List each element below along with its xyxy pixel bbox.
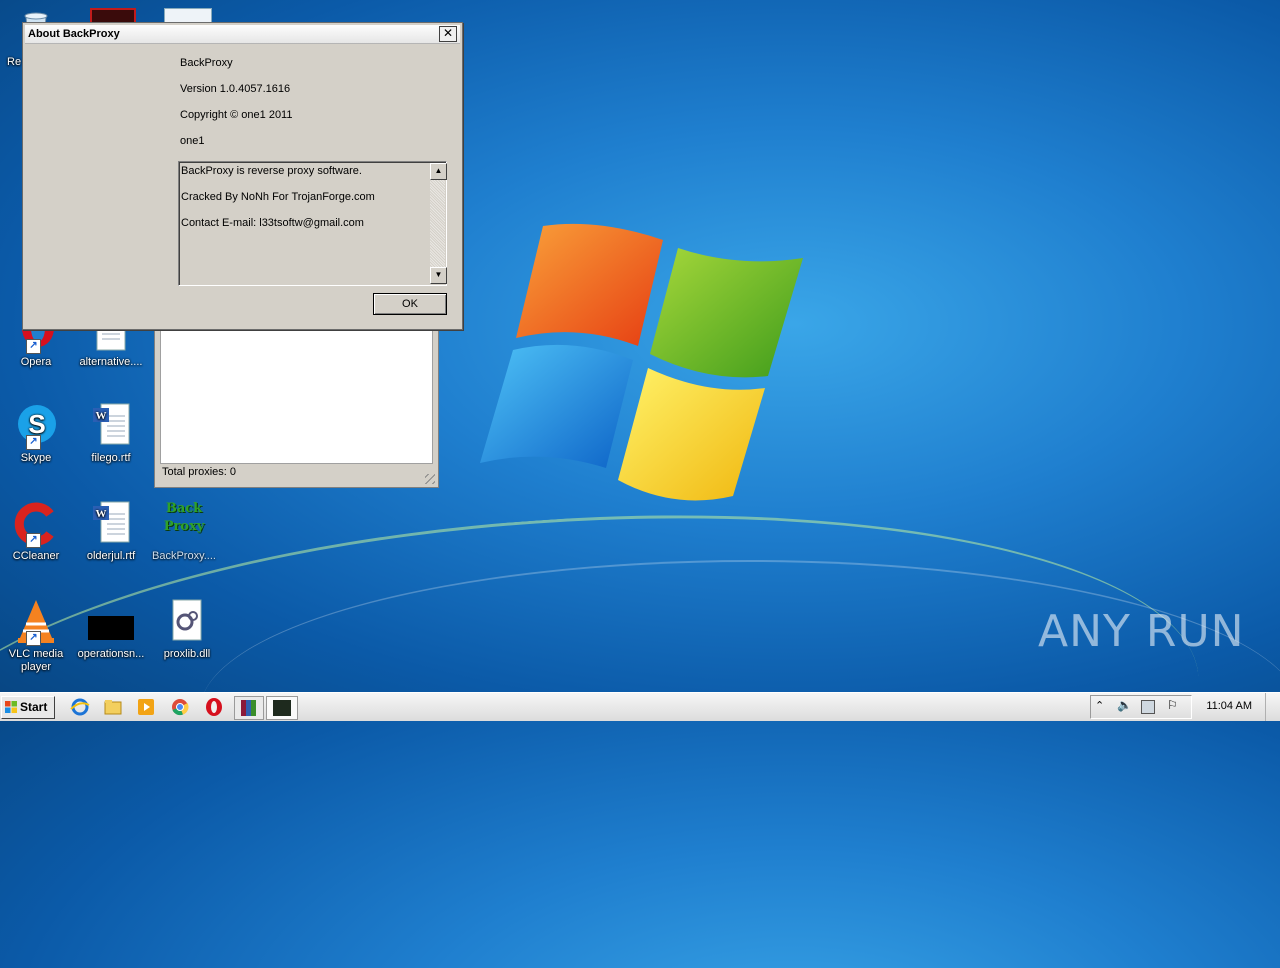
start-button[interactable]: Start xyxy=(1,696,55,719)
shortcut-arrow-icon: ↗ xyxy=(26,533,41,548)
resize-grip-icon[interactable] xyxy=(425,474,435,484)
desktop-icon-label: olderjul.rtf xyxy=(86,550,136,562)
desktop-icon-label: proxlib.dll xyxy=(163,648,211,660)
company-text: one1 xyxy=(180,135,205,147)
dll-file-icon xyxy=(163,598,211,646)
desktop-icon-filego[interactable]: W filego.rtf xyxy=(72,402,150,465)
show-desktop-button[interactable] xyxy=(1265,693,1280,721)
description-line: Contact E-mail: l33tsoftw@gmail.com xyxy=(181,217,364,229)
description-textbox[interactable]: BackProxy is reverse proxy software. Cra… xyxy=(178,161,447,286)
desktop-icon-label: Opera xyxy=(20,356,52,368)
black-file-icon xyxy=(87,598,135,646)
desktop-icon-olderjul[interactable]: W olderjul.rtf xyxy=(72,500,150,563)
backproxy-icon[interactable] xyxy=(266,696,298,720)
desktop-icon-proxlib[interactable]: proxlib.dll xyxy=(148,598,226,661)
description-scrollbar[interactable]: ▲ ▼ xyxy=(430,163,447,284)
scroll-down-icon[interactable]: ▼ xyxy=(430,267,447,284)
desktop-icon-vlc[interactable]: ↗ VLC media player xyxy=(0,598,75,674)
backproxy-main-window[interactable]: Total proxies: 0 xyxy=(154,325,439,488)
proxy-list[interactable] xyxy=(160,328,433,464)
product-name: BackProxy xyxy=(180,57,233,69)
system-tray: ⌃ 🔈 ⚐ xyxy=(1090,695,1192,719)
taskbar: Start ⌃ 🔈 ⚐ 11:04 AM xyxy=(0,692,1280,721)
ok-button[interactable]: OK xyxy=(373,293,447,315)
backproxy-logo-text: Back Proxy xyxy=(163,501,205,534)
svg-text:W: W xyxy=(96,410,107,422)
opera-icon[interactable] xyxy=(202,696,226,718)
word-doc-icon: W xyxy=(87,500,135,548)
vlc-icon: ↗ xyxy=(12,598,60,646)
dialog-title: About BackProxy xyxy=(28,28,120,40)
copyright-text: Copyright © one1 2011 xyxy=(180,109,293,121)
description-line: Cracked By NoNh For TrojanForge.com xyxy=(181,191,375,203)
desktop-icon-ccleaner[interactable]: ↗ CCleaner xyxy=(0,500,75,563)
media-player-icon[interactable] xyxy=(134,696,158,718)
desktop-icon-skype[interactable]: S ↗ Skype xyxy=(0,402,75,465)
desktop-icon-operationsn[interactable]: operationsn... xyxy=(72,598,150,661)
shortcut-arrow-icon: ↗ xyxy=(26,339,41,354)
windows-flag-icon xyxy=(5,701,17,713)
desktop-icon-label: CCleaner xyxy=(12,550,60,562)
taskbar-clock[interactable]: 11:04 AM xyxy=(1206,700,1252,712)
desktop-icon-backproxy[interactable]: Back Proxy BackProxy.... xyxy=(145,500,223,563)
network-icon[interactable] xyxy=(1141,700,1155,714)
desktop-icon-label: Skype xyxy=(20,452,52,464)
action-center-flag-icon[interactable]: ⚐ xyxy=(1167,698,1178,712)
desktop-icon-label: operationsn... xyxy=(77,648,145,660)
dialog-titlebar[interactable]: About BackProxy ✕ xyxy=(25,25,460,44)
scroll-up-icon[interactable]: ▲ xyxy=(430,163,447,180)
shortcut-arrow-icon: ↗ xyxy=(26,435,41,450)
winrar-icon[interactable] xyxy=(234,696,264,720)
chrome-icon[interactable] xyxy=(168,696,192,718)
word-doc-icon: W xyxy=(87,402,135,450)
desktop-icon-label: VLC media player xyxy=(8,648,64,673)
desktop-icon-label: alternative.... xyxy=(79,356,143,368)
ccleaner-icon: ↗ xyxy=(12,500,60,548)
description-line: BackProxy is reverse proxy software. xyxy=(181,165,362,177)
internet-explorer-icon[interactable] xyxy=(68,696,92,718)
show-hidden-icon[interactable]: ⌃ xyxy=(1095,699,1104,712)
desktop-icon-label: filego.rtf xyxy=(91,452,131,464)
version-text: Version 1.0.4057.1616 xyxy=(180,83,291,95)
start-label: Start xyxy=(20,700,48,714)
desktop-icon-label: BackProxy.... xyxy=(152,550,216,562)
skype-icon: S ↗ xyxy=(12,402,60,450)
close-button[interactable]: ✕ xyxy=(439,26,457,42)
volume-icon[interactable]: 🔈 xyxy=(1117,698,1132,712)
windows-logo-wallpaper xyxy=(480,223,803,501)
svg-text:W: W xyxy=(96,508,107,520)
about-dialog[interactable]: About BackProxy ✕ BackProxy Version 1.0.… xyxy=(22,22,463,330)
explorer-icon[interactable] xyxy=(101,696,125,718)
anyrun-watermark: ANY RUN xyxy=(1038,606,1245,657)
shortcut-arrow-icon: ↗ xyxy=(26,631,41,646)
status-total-proxies: Total proxies: 0 xyxy=(162,466,236,478)
backproxy-icon: Back Proxy xyxy=(160,500,208,548)
